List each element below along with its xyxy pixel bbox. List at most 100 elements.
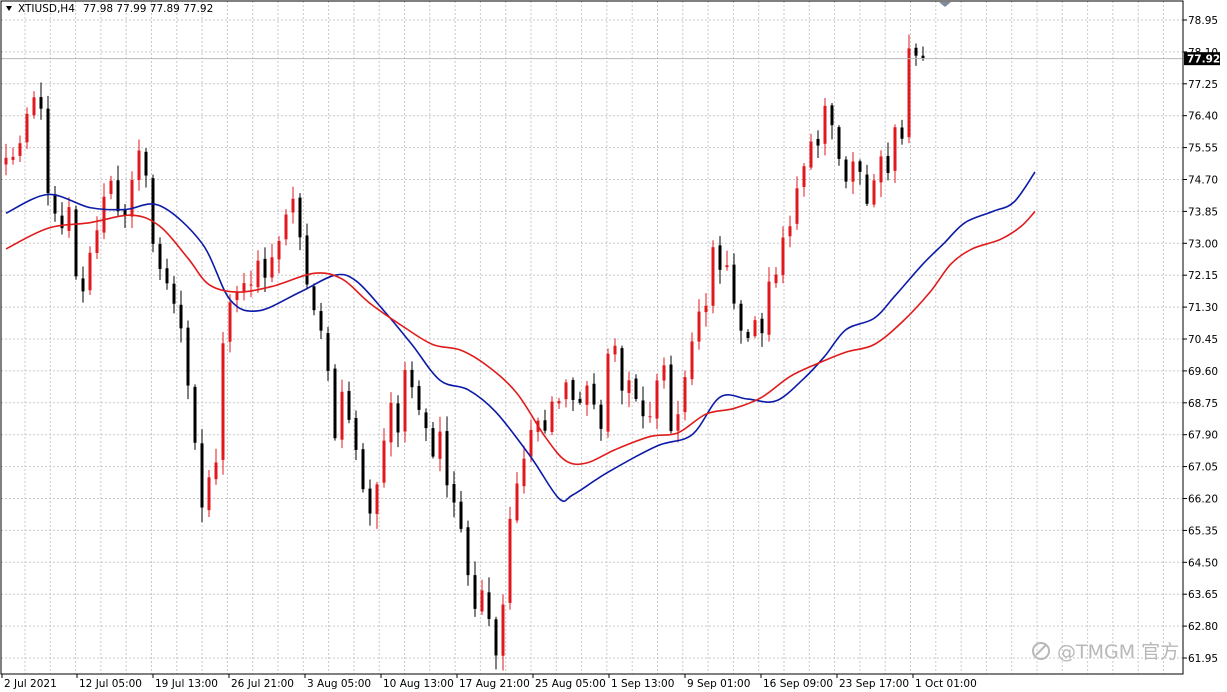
time-tick-label: 19 Jul 13:00 — [155, 678, 218, 690]
candle-body — [347, 390, 351, 420]
candle-body — [774, 274, 778, 284]
ohlc-readout: 77.98 77.99 77.89 77.92 — [83, 3, 213, 15]
candle-body — [81, 278, 85, 292]
candle-body — [354, 418, 358, 450]
candle-body — [151, 178, 155, 244]
candle-body — [326, 333, 330, 371]
candle-body — [487, 592, 491, 619]
current-price-label: 77.92 — [1184, 52, 1220, 66]
candle-body — [438, 431, 442, 459]
candle-body — [732, 264, 736, 304]
candle-body — [235, 291, 239, 301]
candle-body — [284, 214, 288, 240]
candle-body — [662, 365, 666, 381]
candle-body — [809, 141, 813, 168]
time-tick-label: 2 Jul 2021 — [4, 678, 57, 690]
candle-body — [382, 440, 386, 483]
price-tick-label: 77.25 — [1188, 79, 1218, 91]
candle-body — [333, 368, 337, 439]
candle-body — [739, 303, 743, 331]
candle-body — [865, 174, 869, 204]
time-tick-label: 23 Sep 17:00 — [839, 678, 909, 690]
candle-body — [613, 345, 617, 355]
candle-body — [319, 311, 323, 331]
price-tick-label: 78.95 — [1188, 15, 1218, 27]
price-tick-label: 65.35 — [1188, 525, 1218, 537]
candle-body — [683, 377, 687, 413]
candle-body — [816, 138, 820, 146]
candle-body — [389, 402, 393, 443]
candle-body — [95, 230, 99, 253]
candle-body — [466, 527, 470, 576]
price-tick-label: 62.80 — [1188, 621, 1218, 633]
price-tick-label: 71.30 — [1188, 302, 1218, 314]
candle-body — [312, 286, 316, 311]
candle-body — [214, 462, 218, 480]
candle-body — [704, 305, 708, 313]
price-axis: 78.9578.1077.2576.4075.5574.7073.8573.00… — [1183, 15, 1218, 665]
candle-body — [648, 416, 652, 418]
candle-body — [718, 245, 722, 270]
plot-frame — [0, 0, 1184, 675]
candle-body — [788, 226, 792, 237]
price-tick-label: 67.90 — [1188, 430, 1218, 442]
candle-body — [669, 364, 673, 432]
watermark: @TMGM 官方 — [1032, 641, 1179, 663]
candle-body — [368, 488, 372, 514]
candle-body — [123, 209, 127, 216]
time-tick-label: 3 Aug 05:00 — [307, 678, 371, 690]
candle-body — [697, 311, 701, 342]
candle-body — [18, 143, 22, 156]
candle-body — [599, 404, 603, 429]
time-tick-label: 9 Sep 01:00 — [687, 678, 750, 690]
price-tick-label: 73.00 — [1188, 238, 1218, 250]
candle-body — [473, 575, 477, 609]
candle-body — [270, 257, 274, 278]
candle-body — [711, 247, 715, 306]
candle-body — [837, 127, 841, 159]
candle-body — [900, 127, 904, 139]
watermark-text: @TMGM 官方 — [1057, 641, 1179, 663]
candle-body — [515, 483, 519, 521]
candle-body — [25, 113, 29, 143]
candle-body — [585, 385, 589, 405]
svg-text:77.92: 77.92 — [1187, 54, 1220, 66]
candle-body — [445, 431, 449, 486]
time-tick-label: 1 Sep 13:00 — [611, 678, 674, 690]
candle-body — [109, 180, 113, 195]
time-tick-label: 1 Oct 01:00 — [915, 678, 977, 690]
price-axis-area — [1183, 0, 1227, 692]
price-tick-label: 70.45 — [1188, 334, 1218, 346]
candle-body — [4, 157, 8, 165]
price-tick-label: 72.15 — [1188, 270, 1218, 282]
candle-body — [431, 428, 435, 457]
candle-body — [627, 380, 631, 393]
price-tick-label: 67.05 — [1188, 462, 1218, 474]
candle-body — [361, 449, 365, 490]
candle-body — [557, 401, 561, 404]
candle-body — [508, 518, 512, 603]
candle-body — [417, 385, 421, 410]
chart-shift-marker-icon[interactable] — [939, 2, 951, 7]
collapse-triangle-icon[interactable] — [6, 6, 12, 11]
candle-body — [403, 370, 407, 432]
price-tick-label: 73.85 — [1188, 206, 1218, 218]
candle-body — [550, 401, 554, 432]
price-tick-label: 61.95 — [1188, 653, 1218, 665]
tmgm-logo-icon — [1032, 642, 1050, 660]
candle-body — [641, 400, 645, 417]
candle-body — [676, 414, 680, 431]
candle-body — [67, 207, 71, 231]
candle-body — [522, 458, 526, 487]
candle-body — [186, 327, 190, 386]
candle-body — [893, 127, 897, 171]
candle-body — [32, 97, 36, 116]
candle-body — [228, 302, 232, 342]
candle-body — [39, 97, 43, 109]
candle-body — [193, 386, 197, 443]
candle-body — [144, 151, 148, 176]
candle-body — [620, 348, 624, 391]
candle-body — [634, 378, 638, 399]
price-chart[interactable]: 78.9578.1077.2576.4075.5574.7073.8573.00… — [0, 0, 1227, 692]
candle-body — [116, 180, 120, 212]
